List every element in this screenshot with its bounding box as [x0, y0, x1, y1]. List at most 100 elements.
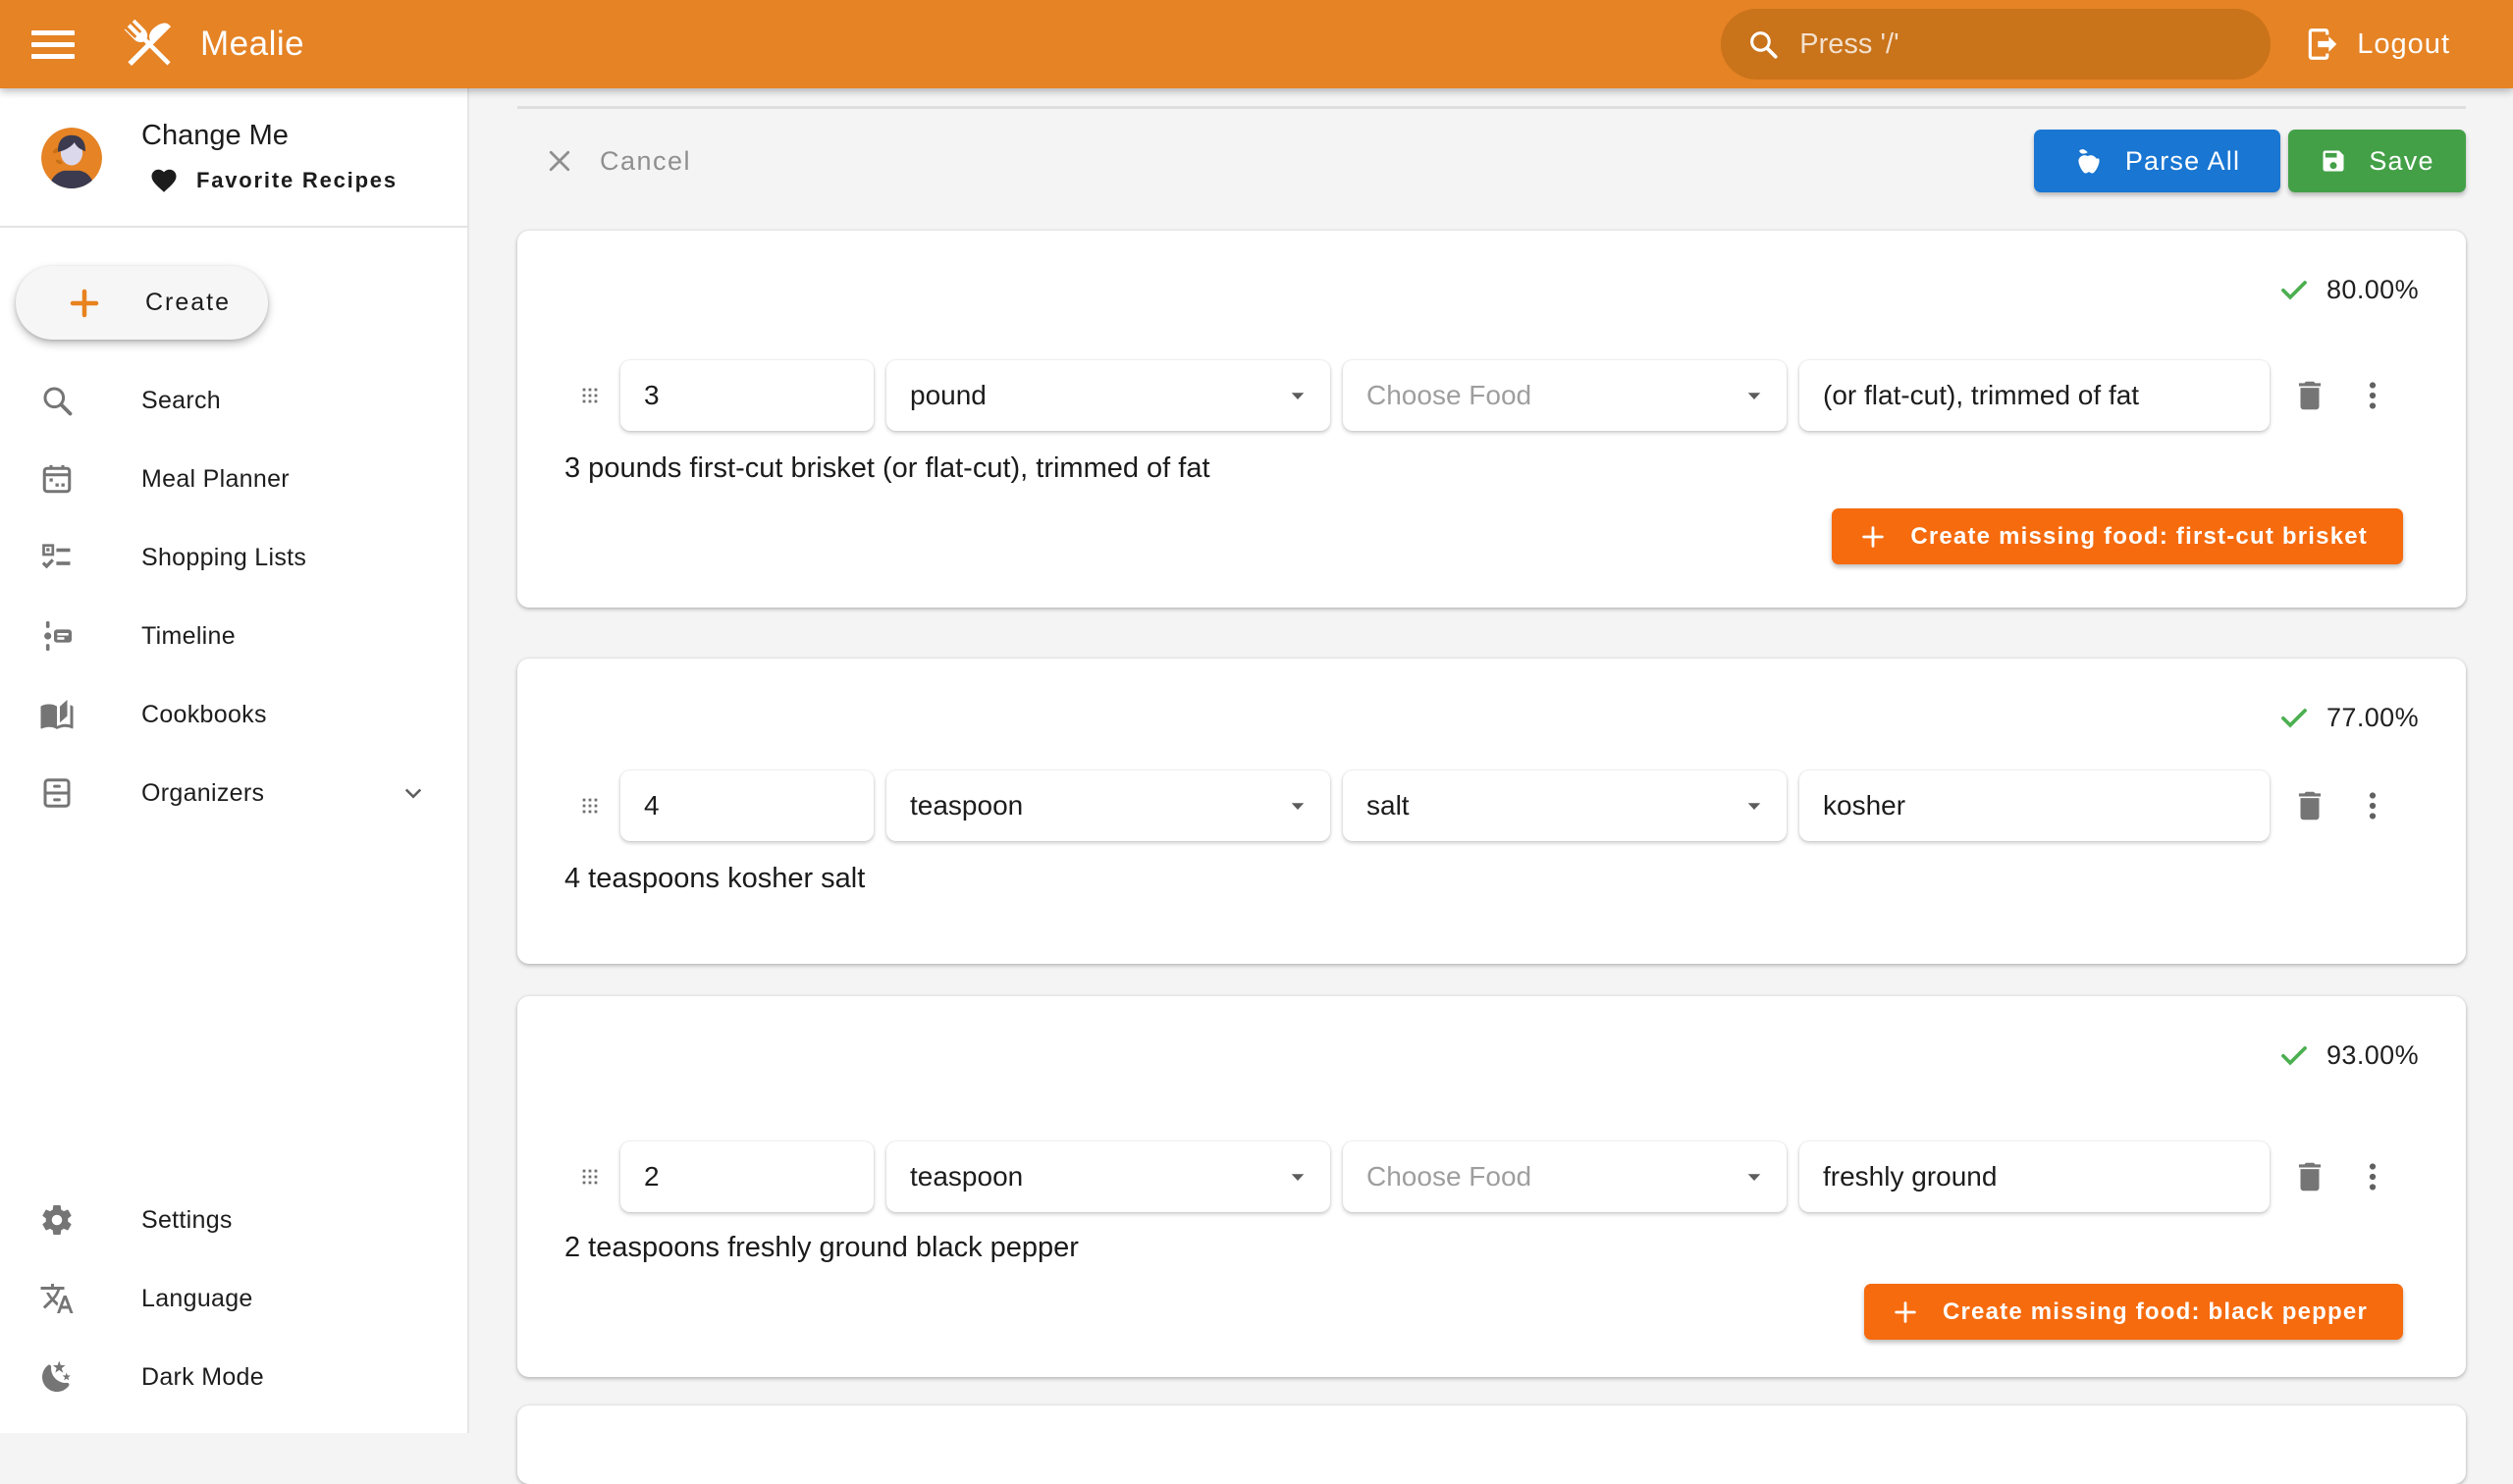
drag-handle-icon[interactable] [579, 1162, 601, 1192]
cancel-button[interactable]: Cancel [517, 146, 691, 177]
trash-icon [2291, 787, 2328, 824]
kebab-icon [2356, 787, 2389, 824]
cabinet-icon [39, 775, 75, 811]
translate-icon [39, 1281, 75, 1316]
save-label: Save [2369, 146, 2433, 177]
confidence-value: 77.00% [2326, 703, 2419, 733]
note-input[interactable] [1799, 770, 2270, 841]
dropdown-arrow-icon [1739, 1162, 1769, 1192]
quantity-input[interactable] [620, 770, 874, 841]
trash-icon [2291, 377, 2328, 414]
hamburger-menu-icon[interactable] [31, 25, 79, 64]
mealie-logo-icon [118, 13, 181, 76]
delete-button[interactable] [2291, 377, 2328, 414]
parser-toolbar: Cancel Parse All Save [517, 130, 2466, 192]
note-input[interactable] [1799, 1141, 2270, 1212]
search-input[interactable] [1799, 28, 2245, 61]
timeline-icon [39, 618, 75, 654]
food-select[interactable]: salt [1343, 770, 1787, 841]
parse-all-label: Parse All [2125, 146, 2240, 177]
top-divider [517, 106, 2466, 109]
sidebar-item-settings[interactable]: Settings [0, 1181, 467, 1259]
more-options-button[interactable] [2356, 377, 2389, 414]
sidebar-item-timeline[interactable]: Timeline [0, 597, 467, 675]
sidebar-bottom-menu: Settings Language Dark Mode [0, 1181, 467, 1416]
ingredient-card: 77.00% teaspoon salt [517, 659, 2466, 964]
quantity-input[interactable] [620, 1141, 874, 1212]
sidebar-menu: Search Meal Planner Shopping Lis [0, 361, 467, 832]
confidence-value: 80.00% [2326, 275, 2419, 305]
sidebar-item-dark-mode[interactable]: Dark Mode [0, 1338, 467, 1416]
plus-icon [1859, 523, 1887, 551]
ingredient-parser-page: Cancel Parse All Save 80.00% [469, 88, 2513, 1433]
check-icon [2277, 273, 2311, 306]
create-missing-food-button[interactable]: Create missing food: first-cut brisket [1832, 508, 2403, 564]
drag-handle-icon[interactable] [579, 381, 601, 410]
note-input[interactable] [1799, 360, 2270, 431]
ingredient-card [517, 1405, 2466, 1484]
plus-icon [1892, 1298, 1919, 1326]
confidence-row: 77.00% [564, 659, 2419, 733]
more-options-button[interactable] [2356, 787, 2389, 824]
app-navbar: Mealie Logout [0, 0, 2513, 88]
save-icon [2320, 147, 2347, 175]
parse-all-button[interactable]: Parse All [2034, 130, 2280, 192]
original-ingredient-text: 2 teaspoons freshly ground black pepper [564, 1232, 2419, 1264]
dropdown-arrow-icon [1283, 791, 1312, 821]
user-name: Change Me [141, 119, 398, 152]
create-missing-food-button[interactable]: Create missing food: black pepper [1864, 1284, 2403, 1340]
favorite-recipes-label: Favorite Recipes [196, 168, 398, 193]
unit-select[interactable]: teaspoon [886, 770, 1330, 841]
sidebar-item-shopping-lists[interactable]: Shopping Lists [0, 518, 467, 597]
ingredient-fields-row: teaspoon Choose Food [579, 1141, 2419, 1212]
save-button[interactable]: Save [2288, 130, 2466, 192]
favorite-recipes-link[interactable]: Favorite Recipes [141, 166, 398, 195]
confidence-row: 80.00% [564, 231, 2419, 305]
cancel-label: Cancel [600, 146, 691, 177]
confidence-value: 93.00% [2326, 1040, 2419, 1071]
ingredient-card: 80.00% pound Choose Food [517, 231, 2466, 608]
drag-handle-icon[interactable] [579, 791, 601, 821]
confidence-row: 93.00% [564, 996, 2419, 1071]
sidebar-item-organizers[interactable]: Organizers [0, 754, 467, 832]
unit-select[interactable]: teaspoon [886, 1141, 1330, 1212]
calendar-icon [39, 461, 75, 497]
avatar[interactable] [41, 128, 102, 188]
heart-icon [149, 166, 179, 195]
sidebar-item-cookbooks[interactable]: Cookbooks [0, 675, 467, 754]
chevron-down-icon [399, 778, 428, 808]
more-options-button[interactable] [2356, 1158, 2389, 1195]
sidebar-item-search[interactable]: Search [0, 361, 467, 440]
sidebar: Change Me Favorite Recipes Create Search [0, 88, 469, 1433]
create-button-label: Create [145, 289, 231, 317]
apple-icon [2074, 146, 2104, 176]
dropdown-arrow-icon [1283, 1162, 1312, 1192]
close-icon [545, 146, 574, 176]
global-search[interactable] [1721, 9, 2271, 80]
search-icon [1746, 27, 1780, 61]
original-ingredient-text: 3 pounds first-cut brisket (or flat-cut)… [564, 452, 2419, 485]
food-select[interactable]: Choose Food [1343, 360, 1787, 431]
food-select[interactable]: Choose Food [1343, 1141, 1787, 1212]
dropdown-arrow-icon [1739, 791, 1769, 821]
delete-button[interactable] [2291, 1158, 2328, 1195]
kebab-icon [2356, 377, 2389, 414]
sidebar-item-meal-planner[interactable]: Meal Planner [0, 440, 467, 518]
check-icon [2277, 1038, 2311, 1072]
user-block: Change Me Favorite Recipes [0, 88, 467, 228]
kebab-icon [2356, 1158, 2389, 1195]
delete-button[interactable] [2291, 787, 2328, 824]
create-button[interactable]: Create [16, 266, 268, 340]
ingredient-fields-row: teaspoon salt [579, 770, 2419, 841]
sidebar-item-language[interactable]: Language [0, 1259, 467, 1338]
logout-label: Logout [2357, 28, 2450, 61]
moon-icon [39, 1359, 75, 1395]
app-title: Mealie [200, 25, 304, 64]
logout-button[interactable]: Logout [2304, 26, 2450, 63]
quantity-input[interactable] [620, 360, 874, 431]
logout-icon [2304, 26, 2341, 63]
check-icon [2277, 701, 2311, 734]
original-ingredient-text: 4 teaspoons kosher salt [564, 863, 2419, 895]
unit-select[interactable]: pound [886, 360, 1330, 431]
checklist-icon [39, 540, 75, 575]
